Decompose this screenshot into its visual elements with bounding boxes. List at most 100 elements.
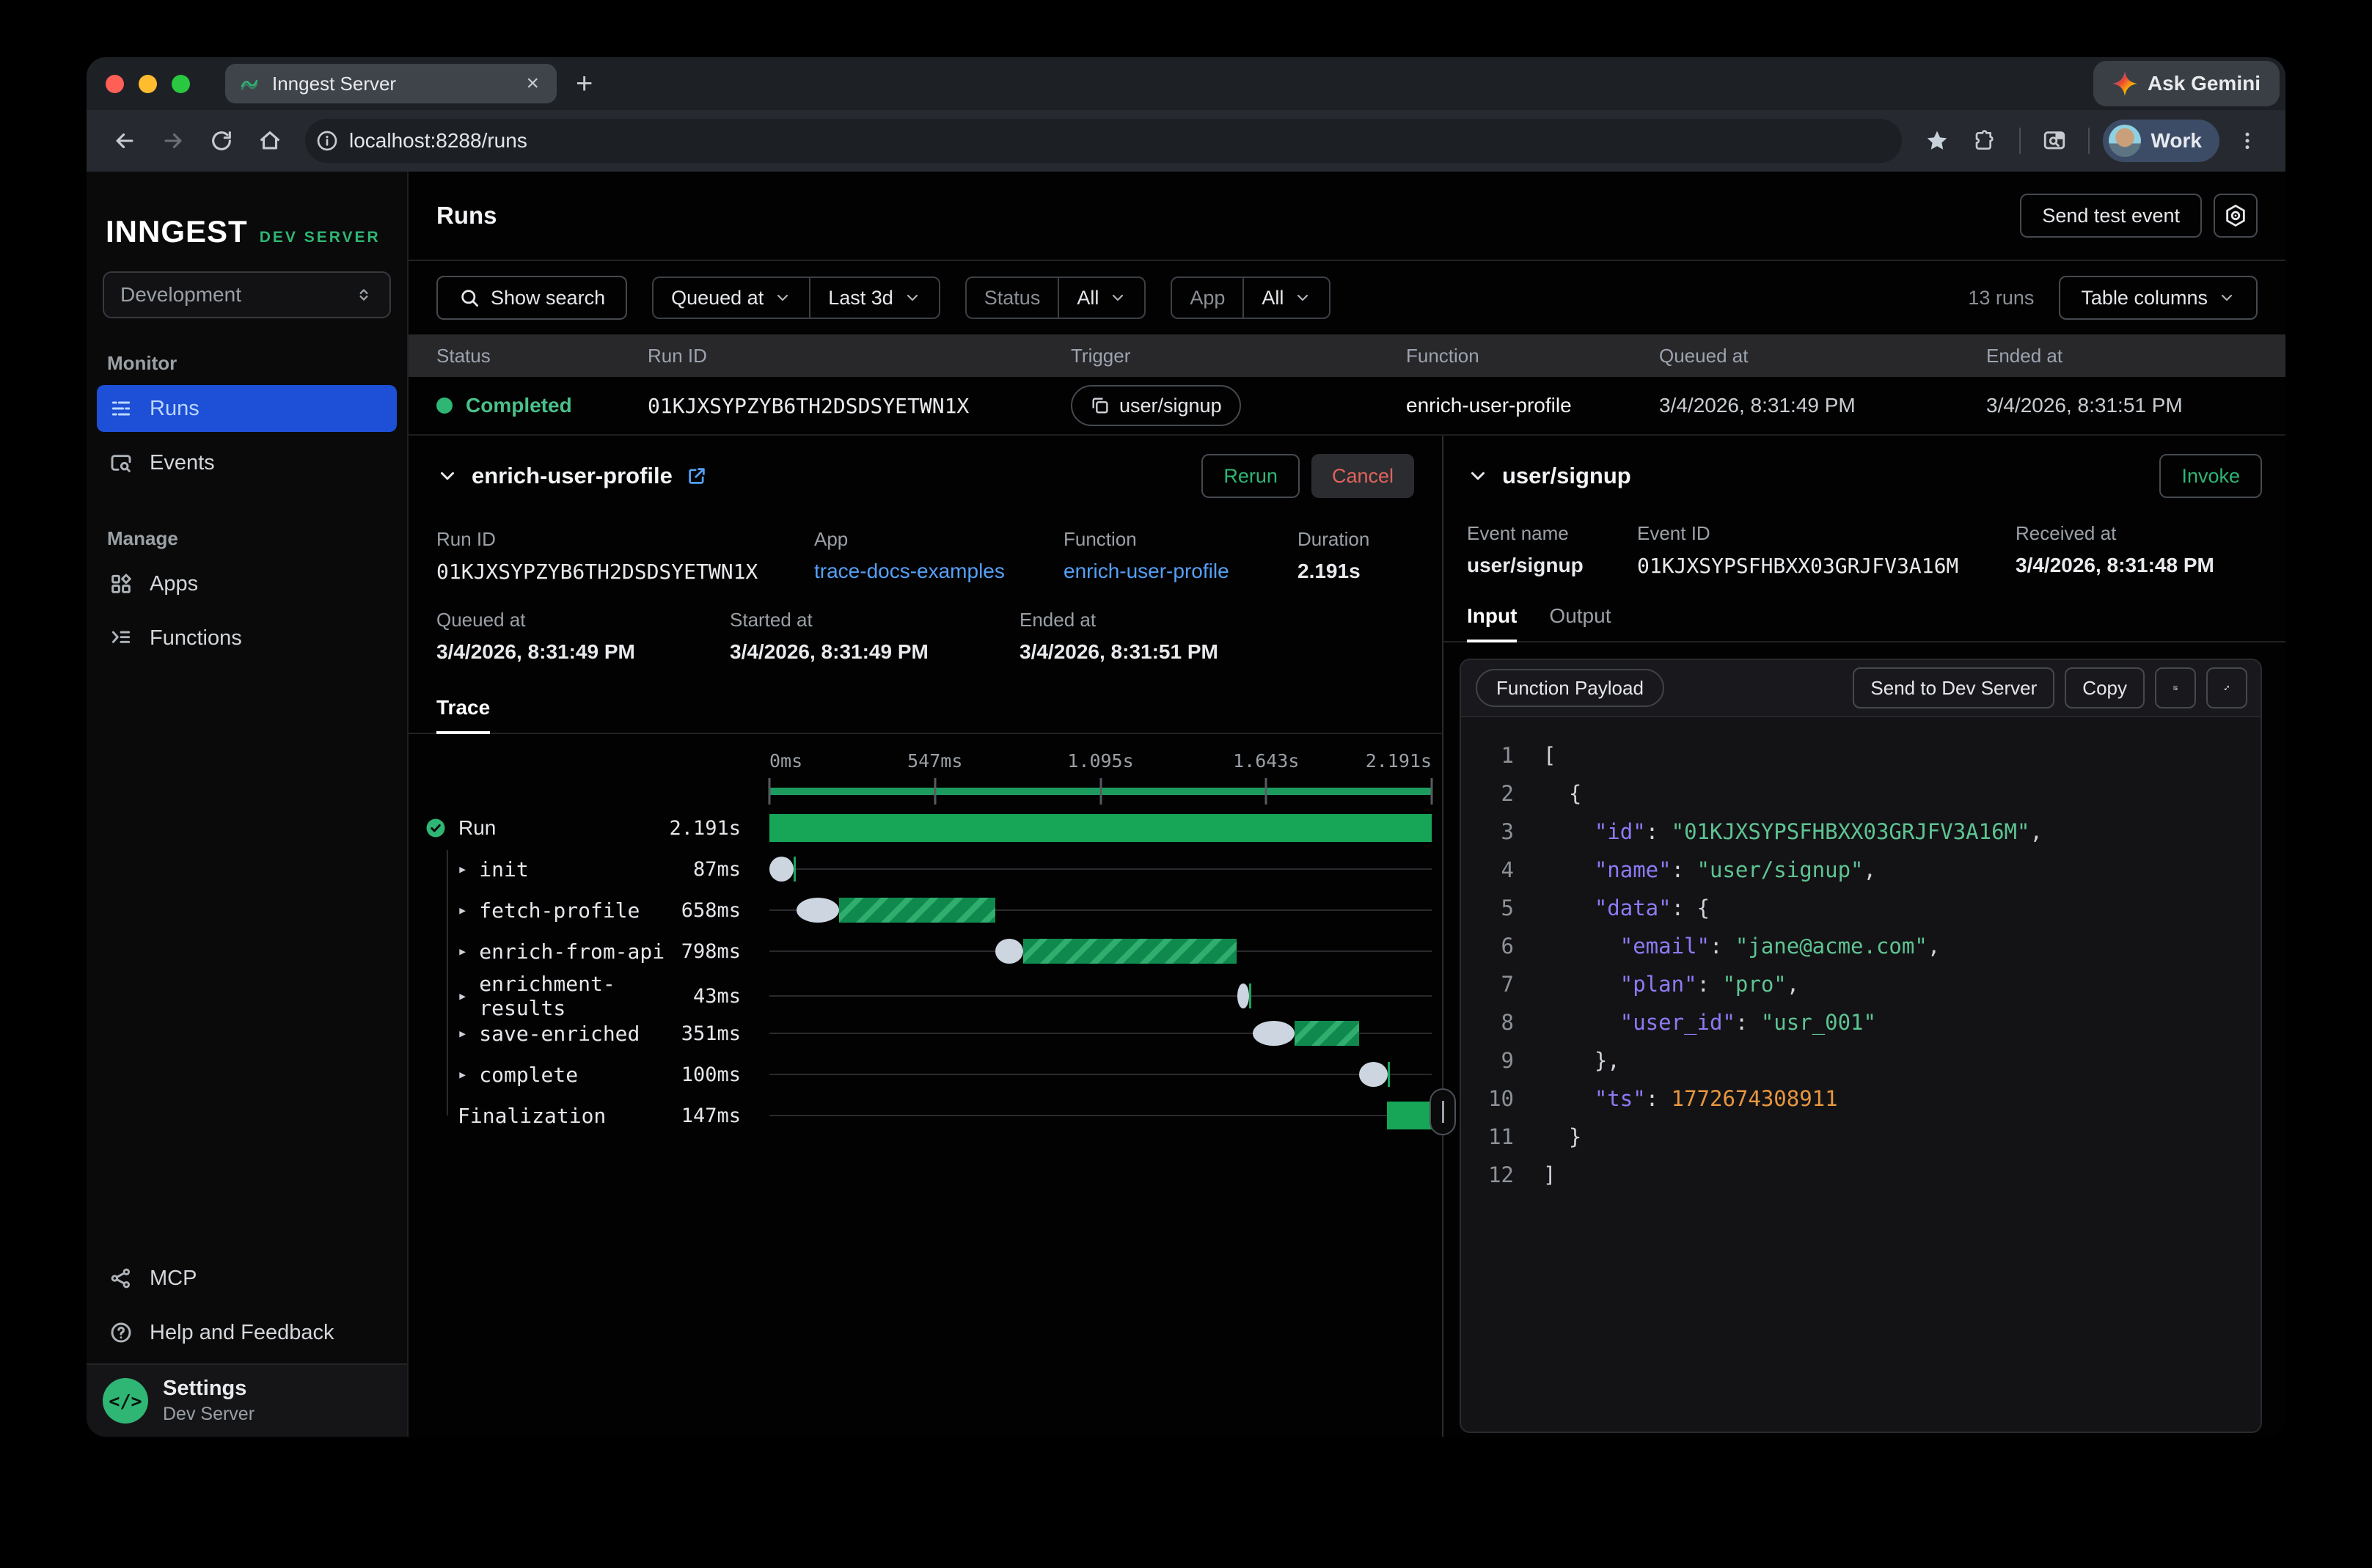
trace-indent-guide [447,850,448,1115]
tab-input[interactable]: Input [1467,604,1517,641]
minimize-window-button[interactable] [139,75,157,93]
expand-chevron-icon[interactable]: ▸ [458,901,467,920]
show-search-button[interactable]: Show search [436,276,627,320]
app-link[interactable]: trace-docs-examples [814,560,1064,583]
ask-gemini-button[interactable]: Ask Gemini [2093,61,2280,106]
zoom-window-button[interactable] [172,75,190,93]
rerun-button[interactable]: Rerun [1201,454,1300,498]
word-wrap-button[interactable] [2155,667,2196,708]
forward-button[interactable] [153,120,194,161]
new-tab-button[interactable]: + [576,67,593,100]
trace-row-run[interactable]: Run2.191s [425,807,1442,849]
send-to-dev-server-button[interactable]: Send to Dev Server [1853,667,2054,708]
function-payload-badge[interactable]: Function Payload [1476,669,1664,707]
settings-gear-button[interactable] [2214,194,2258,238]
trace-row-enrich-from-api[interactable]: ▸enrich-from-api798ms [425,931,1442,972]
trace-row-save-enriched[interactable]: ▸save-enriched351ms [425,1013,1442,1054]
code-line: 7 "plan": "pro", [1461,965,2261,1003]
cancel-button[interactable]: Cancel [1311,454,1414,498]
payload-code[interactable]: 1[2 {3 "id": "01KJXSYPSFHBXX03GRJFV3A16M… [1461,717,2261,1213]
trace-bar-segment[interactable] [794,857,796,882]
trace-bar-segment[interactable] [1388,1062,1390,1087]
events-search-icon [109,450,133,475]
trace-bar-segment[interactable] [1359,1062,1388,1087]
tab-output[interactable]: Output [1549,604,1611,641]
time-range-filter[interactable]: Last 3d [809,278,939,318]
trace-bar-segment[interactable] [1023,939,1237,964]
trace-bar-segment[interactable] [769,814,1432,842]
expand-chevron-icon[interactable]: ▸ [458,1025,467,1043]
ask-gemini-label: Ask Gemini [2148,72,2261,95]
expand-chevron-icon[interactable]: ▸ [458,860,467,879]
side-panel-search-icon[interactable] [2034,120,2075,161]
manage-section-label: Manage [107,527,407,550]
tab-close-icon[interactable]: × [521,73,543,95]
trace-minimap[interactable] [769,775,1432,807]
trace-tabbar: Trace [409,696,1442,734]
trace-row-fetch-profile[interactable]: ▸fetch-profile658ms [425,890,1442,931]
expand-chevron-icon[interactable]: ▸ [458,987,467,1005]
table-row[interactable]: Completed 01KJXSYPZYB6TH2DSDSYETWN1X use… [409,377,2285,436]
collapse-chevron-icon[interactable] [436,465,458,487]
trace-bar-segment[interactable] [1237,983,1249,1008]
trace-row-complete[interactable]: ▸complete100ms [425,1054,1442,1095]
browser-menu-icon[interactable] [2227,120,2268,161]
window-controls[interactable] [106,75,190,93]
environment-select[interactable]: Development [103,271,391,318]
queued-at-filter[interactable]: Queued at [654,278,809,318]
url-bar[interactable]: localhost:8288/runs [305,119,1902,163]
splitter-drag-handle[interactable] [1430,1088,1456,1135]
payload-panel: Function Payload Send to Dev Server Copy [1460,659,2262,1433]
tab-trace[interactable]: Trace [436,696,490,733]
trigger-badge[interactable]: user/signup [1071,385,1241,426]
queued-value: 3/4/2026, 8:31:49 PM [436,640,730,664]
trace-row-init[interactable]: ▸init87ms [425,849,1442,890]
trace-bar-segment[interactable] [839,898,995,923]
expand-chevron-icon[interactable]: ▸ [458,1066,467,1084]
trace-bar-segment[interactable] [1387,1102,1432,1129]
sidebar-item-functions[interactable]: Functions [97,615,397,662]
line-number: 6 [1461,934,1514,959]
chevron-down-icon [1294,289,1311,307]
minimap-tick [934,778,936,805]
send-test-event-button[interactable]: Send test event [2020,194,2202,238]
functions-icon [109,626,133,651]
profile-chip[interactable]: Work [2103,120,2220,162]
extensions-icon[interactable] [1965,120,2006,161]
browser-tab[interactable]: Inngest Server × [225,64,557,103]
run-id-cell: 01KJXSYPZYB6TH2DSDSYETWN1X [648,394,1071,418]
settings-footer[interactable]: </> Settings Dev Server [87,1363,407,1437]
trace-row-finalization[interactable]: Finalization147ms [425,1095,1442,1136]
app-filter-value[interactable]: All [1242,278,1329,318]
copy-button[interactable]: Copy [2065,667,2145,708]
sidebar-item-runs[interactable]: Runs [97,385,397,432]
expand-button[interactable] [2206,667,2247,708]
sidebar-item-events[interactable]: Events [97,439,397,486]
trace-bar-segment[interactable] [769,857,794,882]
collapse-chevron-icon[interactable] [1467,465,1489,487]
status-filter-value[interactable]: All [1058,278,1144,318]
code-line: 11 } [1461,1118,2261,1156]
close-window-button[interactable] [106,75,124,93]
io-tabbar: Input Output [1443,604,2285,642]
trace-bar-segment[interactable] [1253,1021,1294,1046]
invoke-button[interactable]: Invoke [2159,454,2262,498]
sidebar-item-apps[interactable]: Apps [97,560,397,607]
function-link[interactable]: enrich-user-profile [1064,560,1297,583]
external-link-icon[interactable] [686,465,708,487]
site-info-icon[interactable] [315,129,339,153]
trace-bar-segment[interactable] [797,898,839,923]
home-button[interactable] [249,120,290,161]
reload-button[interactable] [201,120,242,161]
trace-bar-segment[interactable] [1249,983,1251,1008]
sidebar-item-mcp[interactable]: MCP [97,1255,397,1302]
sidebar-item-help[interactable]: Help and Feedback [97,1309,397,1356]
trace-bar-segment[interactable] [995,939,1023,964]
back-button[interactable] [104,120,145,161]
trace-row-enrichment-results[interactable]: ▸enrichment-results43ms [425,972,1442,1013]
bookmark-star-icon[interactable] [1917,120,1958,161]
expand-chevron-icon[interactable]: ▸ [458,942,467,961]
logo-row: INNGEST DEV SERVER [87,172,407,249]
trace-bar-segment[interactable] [1295,1021,1359,1046]
table-columns-button[interactable]: Table columns [2059,276,2258,320]
